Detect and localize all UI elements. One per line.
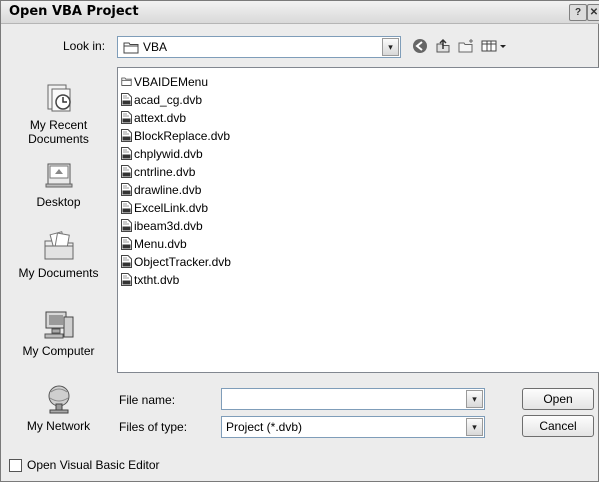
file-name: Menu.dvb — [134, 237, 187, 251]
up-folder-icon[interactable] — [433, 38, 453, 56]
views-menu-icon[interactable] — [479, 38, 509, 56]
my-network-icon — [48, 385, 69, 414]
file-name: attext.dvb — [134, 111, 187, 125]
dvb-file-icon — [121, 183, 132, 196]
list-item[interactable]: VBAIDEMenu — [121, 73, 208, 91]
file-name: txtht.dvb — [134, 273, 180, 287]
file-name-label: File name: — [119, 393, 176, 407]
places-bar: My Recent Documents Desktop My Documents — [6, 67, 111, 437]
folder-icon — [123, 42, 139, 54]
place-label: My Computer — [22, 344, 95, 358]
list-item[interactable]: acad_cg.dvb — [121, 91, 202, 109]
list-item[interactable]: drawline.dvb — [121, 181, 201, 199]
open-visual-basic-editor-label: Open Visual Basic Editor — [27, 458, 160, 472]
file-list[interactable]: VBAIDEMenu acad_cg.dvb attext.dvb BlockRepl… — [117, 67, 599, 373]
place-my-recent-documents[interactable]: My Recent Documents — [6, 81, 111, 146]
dvb-file-icon — [121, 255, 132, 268]
file-name: cntrline.dvb — [134, 165, 196, 179]
place-desktop[interactable]: Desktop — [6, 158, 111, 209]
files-of-type-dropdown[interactable]: Project (*.dvb) ▾ — [221, 416, 485, 438]
open-visual-basic-editor-checkbox[interactable] — [9, 459, 22, 472]
open-vba-project-dialog: Open VBA Project ? ✕ Look in: VBA ▾ My R… — [0, 0, 599, 482]
dvb-file-icon — [121, 111, 132, 124]
back-icon[interactable] — [410, 38, 430, 56]
chevron-down-icon[interactable]: ▾ — [466, 390, 483, 408]
dvb-file-icon — [121, 237, 132, 250]
file-name: BlockReplace.dvb — [134, 129, 231, 143]
look-in-label: Look in: — [63, 39, 106, 53]
dvb-file-icon — [121, 147, 132, 160]
dvb-file-icon — [121, 201, 132, 214]
file-name: chplywid.dvb — [134, 147, 203, 161]
dvb-file-icon — [121, 129, 132, 142]
chevron-down-icon[interactable]: ▾ — [466, 418, 483, 436]
place-label: My Network — [26, 419, 91, 433]
new-folder-icon[interactable] — [456, 38, 476, 56]
list-item[interactable]: cntrline.dvb — [121, 163, 195, 181]
dvb-file-icon — [121, 219, 132, 232]
folder-icon — [121, 77, 132, 86]
look-in-dropdown[interactable]: VBA ▾ — [117, 36, 401, 58]
place-my-network[interactable]: My Network — [6, 382, 111, 433]
help-button[interactable]: ? — [569, 4, 587, 21]
list-item[interactable]: BlockReplace.dvb — [121, 127, 230, 145]
title-bar[interactable]: Open VBA Project ? ✕ — [1, 1, 599, 24]
list-item[interactable]: ExcelLink.dvb — [121, 199, 208, 217]
open-button[interactable]: Open — [522, 388, 594, 410]
close-button[interactable]: ✕ — [587, 4, 599, 21]
file-name-field[interactable]: ▾ — [221, 388, 485, 410]
list-item[interactable]: Menu.dvb — [121, 235, 187, 253]
file-name: ibeam3d.dvb — [134, 219, 203, 233]
window-title: Open VBA Project — [9, 4, 139, 19]
desktop-icon — [45, 163, 72, 188]
recent-documents-icon — [47, 84, 71, 112]
file-name: ObjectTracker.dvb — [134, 255, 231, 269]
list-item[interactable]: ibeam3d.dvb — [121, 217, 203, 235]
look-in-value: VBA — [143, 40, 168, 54]
my-computer-icon — [44, 311, 73, 339]
dvb-file-icon — [121, 93, 132, 106]
place-my-documents[interactable]: My Documents — [6, 229, 111, 280]
files-of-type-label: Files of type: — [119, 420, 188, 434]
list-item[interactable]: chplywid.dvb — [121, 145, 203, 163]
place-my-computer[interactable]: My Computer — [6, 307, 111, 358]
file-name: acad_cg.dvb — [134, 93, 203, 107]
list-item[interactable]: ObjectTracker.dvb — [121, 253, 231, 271]
file-name: ExcelLink.dvb — [134, 201, 209, 215]
dvb-file-icon — [121, 273, 132, 286]
list-item[interactable]: txtht.dvb — [121, 271, 179, 289]
file-name: VBAIDEMenu — [134, 75, 209, 89]
list-item[interactable]: attext.dvb — [121, 109, 186, 127]
dvb-file-icon — [121, 165, 132, 178]
chevron-down-icon[interactable]: ▾ — [382, 38, 399, 56]
file-name: drawline.dvb — [134, 183, 202, 197]
place-label: My Recent Documents — [28, 118, 89, 146]
cancel-button[interactable]: Cancel — [522, 415, 594, 437]
my-documents-icon — [44, 231, 73, 260]
files-of-type-value: Project (*.dvb) — [226, 420, 303, 434]
place-label: My Documents — [18, 266, 99, 280]
place-label: Desktop — [36, 195, 81, 209]
